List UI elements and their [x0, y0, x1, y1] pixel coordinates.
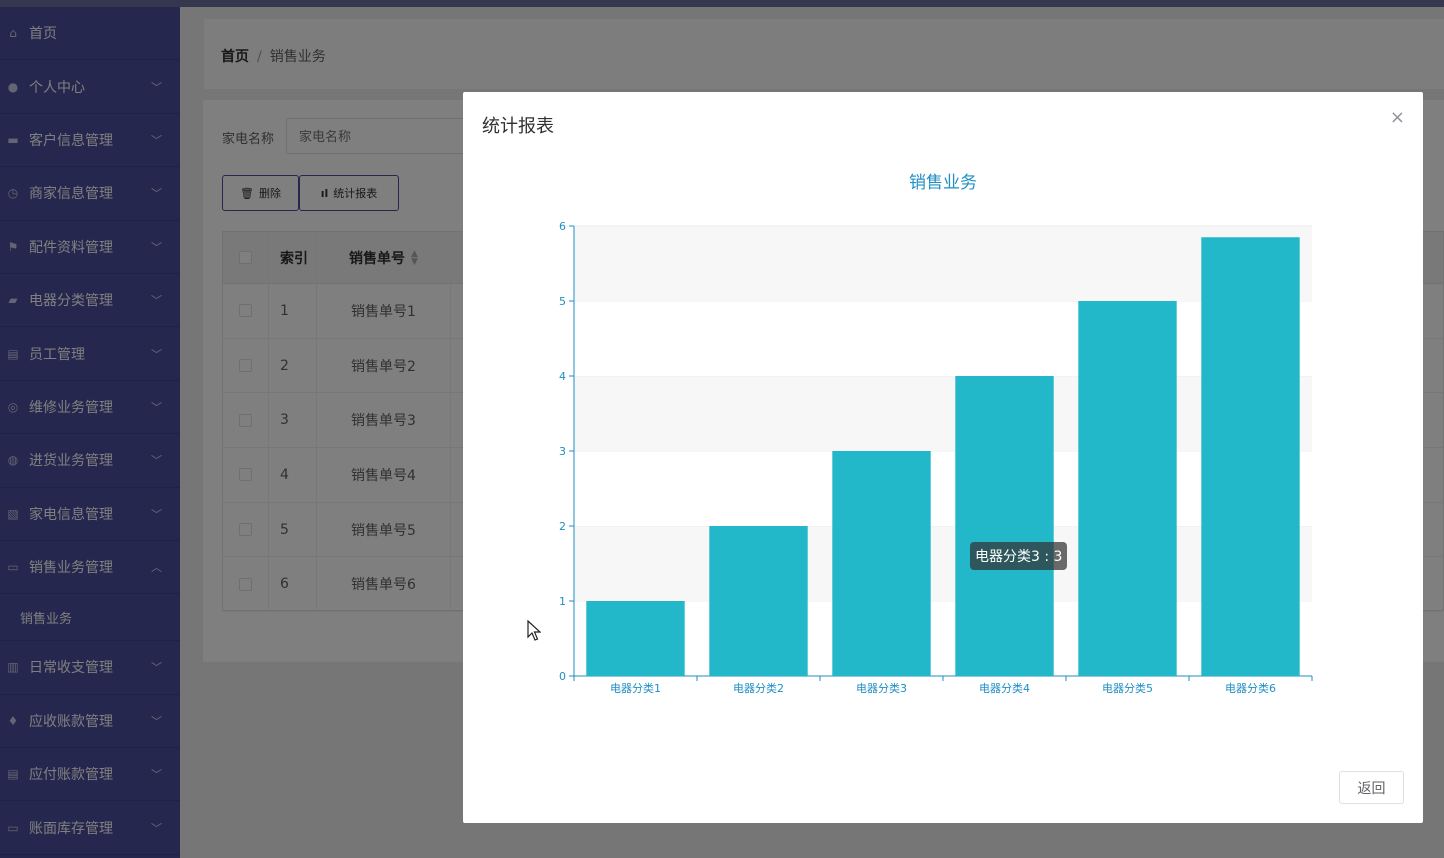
x-tick-label: 电器分类3 — [856, 681, 907, 695]
bar — [709, 526, 808, 676]
mouse-cursor-icon — [527, 620, 541, 641]
y-tick-label: 6 — [559, 220, 566, 233]
x-tick-label: 电器分类1 — [610, 681, 661, 695]
chart-tooltip: 电器分类3 : 3 — [970, 542, 1068, 570]
x-tick-label: 电器分类5 — [1102, 681, 1153, 695]
y-tick-label: 1 — [559, 595, 566, 608]
y-tick-label: 3 — [559, 445, 566, 458]
y-tick-label: 4 — [559, 370, 566, 383]
bar-chart: 销售业务 0 1 2 3 4 5 6 电器分类1 电器分类2 电器分类3 电器分类4 电器分类5 电器分类… — [559, 173, 1313, 695]
x-tick-label: 电器分类2 — [733, 681, 784, 695]
bar — [1078, 301, 1177, 676]
y-tick-label: 0 — [559, 670, 566, 683]
x-tick-label: 电器分类4 — [979, 681, 1030, 695]
bar — [586, 601, 685, 676]
y-tick-label: 5 — [559, 295, 566, 308]
chart-title: 销售业务 — [909, 173, 977, 193]
x-tick-label: 电器分类6 — [1225, 681, 1276, 695]
bar — [1201, 237, 1300, 676]
stats-modal: 统计报表 × 销售业务 0 1 2 3 4 5 6 电器分类1 电器分类2 电器分类3 电器分类4 电器… — [463, 92, 1423, 823]
bar — [955, 376, 1054, 676]
bar — [832, 451, 931, 676]
y-tick-label: 2 — [559, 520, 566, 533]
return-button[interactable]: 返回 — [1339, 771, 1404, 804]
